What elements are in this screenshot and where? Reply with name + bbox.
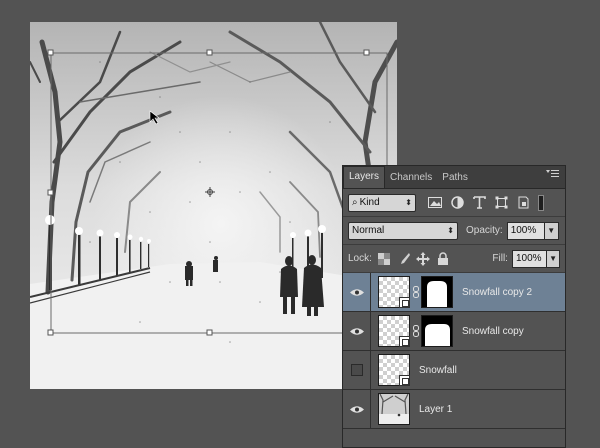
hidden-visibility-box xyxy=(350,364,363,376)
blend-mode-dropdown[interactable]: Normal ⬍ xyxy=(348,221,458,240)
smart-object-badge-icon xyxy=(399,375,410,386)
layer-name[interactable]: Layer 1 xyxy=(419,404,452,415)
eye-icon xyxy=(349,405,364,413)
layer-name[interactable]: Snowfall copy xyxy=(462,326,524,337)
shape-filter-icon[interactable] xyxy=(492,194,510,212)
layer-thumbnail xyxy=(378,354,410,386)
lock-all-icon[interactable] xyxy=(436,251,451,267)
pixel-filter-icon[interactable] xyxy=(426,194,444,212)
tab-layers[interactable]: Layers xyxy=(343,166,386,188)
type-filter-icon[interactable] xyxy=(470,194,488,212)
eye-icon xyxy=(349,288,364,296)
layer-thumbnail xyxy=(378,315,410,347)
layer-row-snowfall-copy[interactable]: Snowfall copy xyxy=(343,312,565,351)
opacity-label: Opacity: xyxy=(466,225,503,236)
smart-object-badge-icon xyxy=(399,297,410,308)
panel-tabs: Layers Channels Paths xyxy=(343,166,565,189)
visibility-toggle[interactable] xyxy=(343,273,371,311)
layer-mask-thumbnail[interactable] xyxy=(421,315,453,347)
lock-row: Lock: Fill: 100% ▼ xyxy=(343,245,565,273)
updown-arrow-icon: ⬍ xyxy=(447,226,454,235)
fill-input[interactable]: 100% xyxy=(511,249,548,268)
tab-paths[interactable]: Paths xyxy=(437,168,473,188)
visibility-toggle[interactable] xyxy=(343,390,371,428)
layers-panel: Layers Channels Paths ⌕ Kind ⬍ Normal ⬍ … xyxy=(342,165,566,448)
updown-arrow-icon: ⬍ xyxy=(405,198,412,207)
layer-row-layer-1[interactable]: Layer 1 xyxy=(343,390,565,429)
opacity-slider-toggle[interactable]: ▼ xyxy=(544,221,559,240)
kind-filter-dropdown[interactable]: ⌕ Kind ⬍ xyxy=(348,193,416,212)
filter-row: ⌕ Kind ⬍ xyxy=(343,189,565,217)
fill-slider-toggle[interactable]: ▼ xyxy=(547,249,560,268)
visibility-toggle[interactable] xyxy=(343,312,371,350)
eye-icon xyxy=(349,327,364,335)
kind-label: Kind xyxy=(359,197,380,208)
blend-row: Normal ⬍ Opacity: 100% ▼ xyxy=(343,217,565,245)
search-icon: ⌕ xyxy=(352,197,358,208)
visibility-toggle[interactable] xyxy=(343,351,371,389)
panel-menu-icon[interactable] xyxy=(546,169,560,182)
adjustment-filter-icon[interactable] xyxy=(448,194,466,212)
layer-row-snowfall[interactable]: Snowfall xyxy=(343,351,565,390)
lock-position-icon[interactable] xyxy=(416,251,431,267)
layer-row-snowfall-copy-2[interactable]: Snowfall copy 2 xyxy=(343,273,565,312)
layers-list: Snowfall copy 2 Snowfall copy Snowfall L… xyxy=(343,273,565,429)
layer-mask-thumbnail[interactable] xyxy=(421,276,453,308)
layer-thumbnail xyxy=(378,276,410,308)
lock-image-icon[interactable] xyxy=(397,251,412,267)
fill-label: Fill: xyxy=(492,253,508,264)
layer-thumbnail xyxy=(378,393,410,425)
layer-name[interactable]: Snowfall copy 2 xyxy=(462,287,532,298)
link-chain-icon[interactable] xyxy=(412,325,420,337)
filter-toggle-switch[interactable] xyxy=(538,194,544,211)
smart-object-badge-icon xyxy=(399,336,410,347)
blend-mode-value: Normal xyxy=(352,225,385,236)
smart-object-filter-icon[interactable] xyxy=(514,194,532,212)
lock-transparent-icon[interactable] xyxy=(377,251,392,267)
opacity-input[interactable]: 100% xyxy=(506,221,545,240)
lock-label: Lock: xyxy=(348,253,372,264)
tab-channels[interactable]: Channels xyxy=(385,168,437,188)
layer-name[interactable]: Snowfall xyxy=(419,365,457,376)
link-chain-icon[interactable] xyxy=(412,286,420,298)
